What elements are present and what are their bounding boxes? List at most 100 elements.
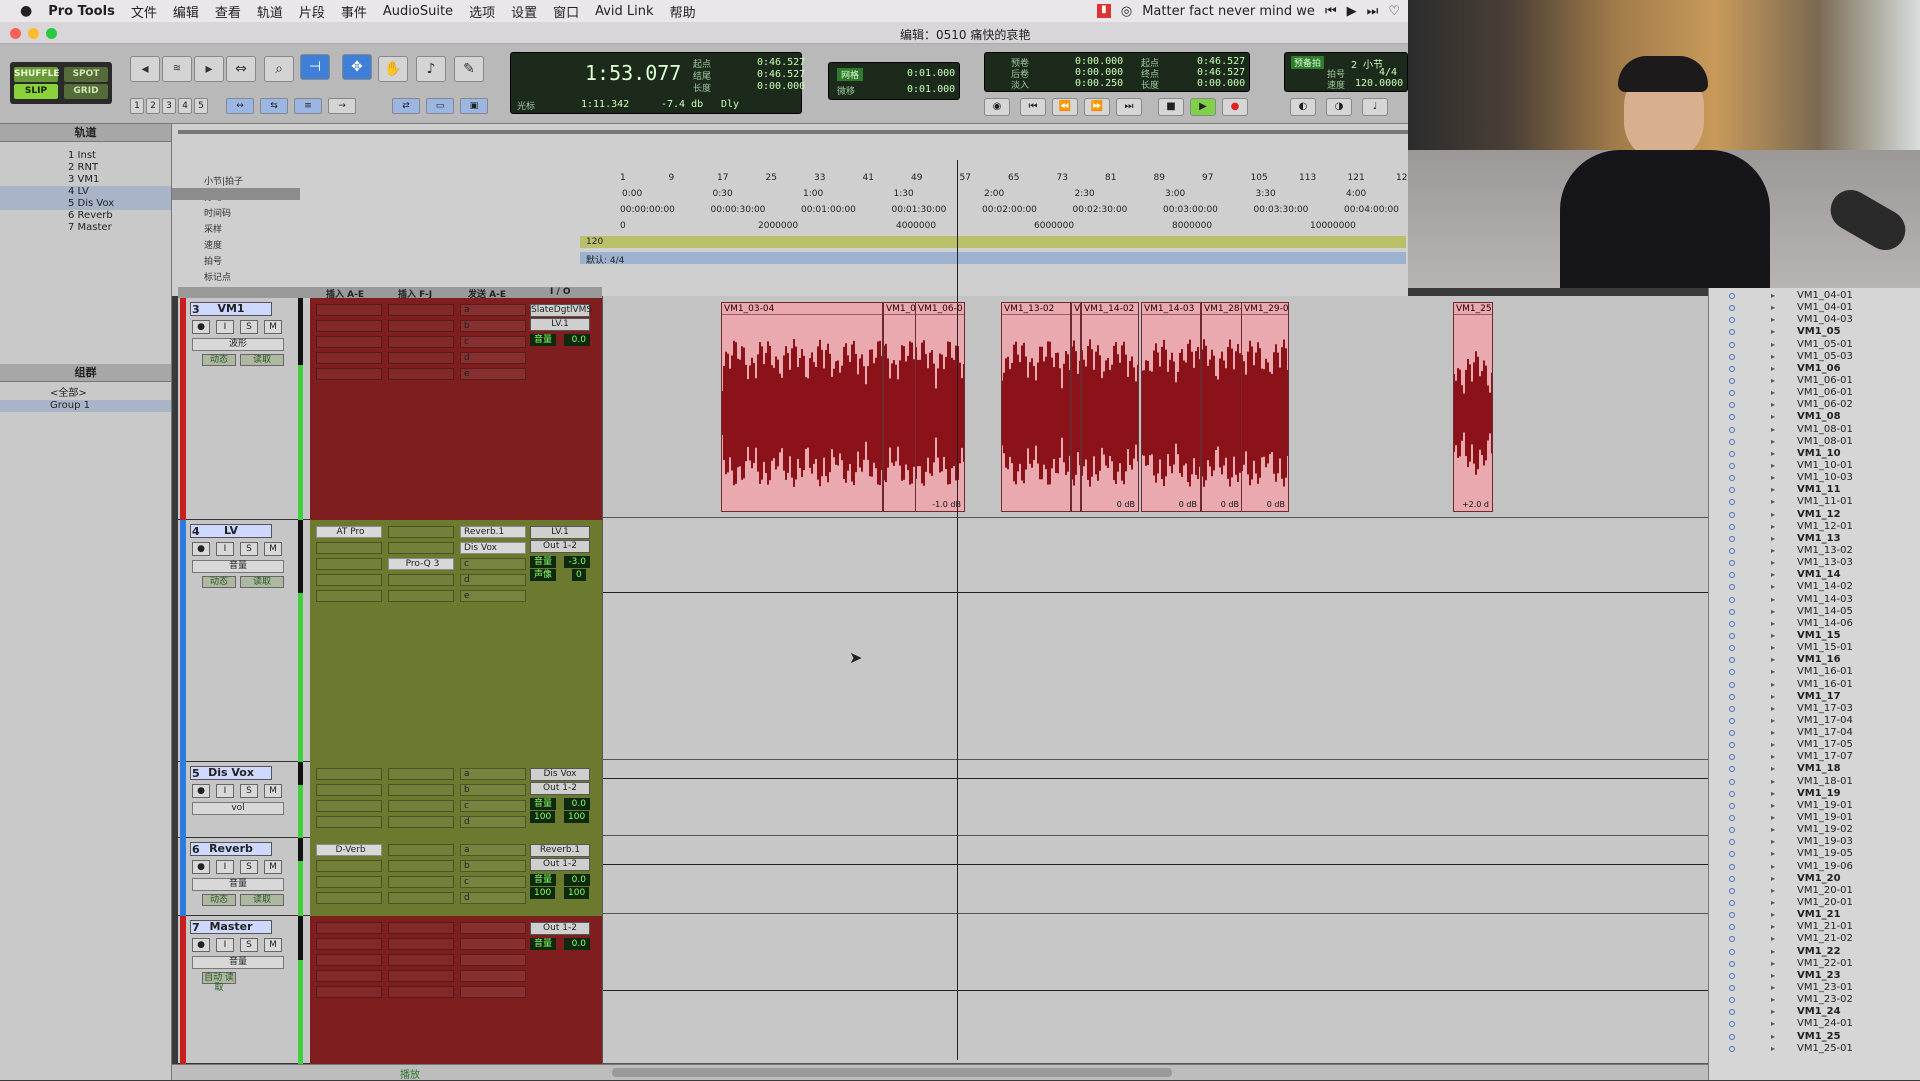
insert-slot[interactable] [316,970,382,982]
clip-list-item[interactable]: ▸ VM1_23 [1709,970,1920,982]
insert-plugin-slot[interactable]: AT Pro [316,526,382,538]
wait-for-note-button[interactable]: ◑ [1326,98,1352,116]
track-list-item-reverb[interactable]: 6 Reverb [0,210,171,222]
clip-list-item[interactable]: ▸ VM1_06 [1709,363,1920,375]
clip-list-item[interactable]: ▸ VM1_11 [1709,484,1920,496]
volume-value[interactable]: 0.0 [564,334,590,346]
clip-list-item[interactable]: ▸ VM1_19-02 [1709,824,1920,836]
audio-clip[interactable]: VM1_14-03 0 dB [1141,302,1201,512]
expand-triangle-icon[interactable]: ▸ [1771,751,1775,763]
track-strip-vm1[interactable]: VM1 3 ● I S M 波形 动态 读取 a b c d e SlateDgtlVMS LV.1 音量 0.0 [178,298,602,520]
clip-list-item[interactable]: ▸ VM1_04-01 [1709,302,1920,314]
expand-triangle-icon[interactable]: ▸ [1771,739,1775,751]
track-strip-master[interactable]: Master 7 ● I S M 音量 自动 读取 Out 1-2 音量 0.0 [178,916,602,1064]
insert-slot[interactable] [460,922,526,934]
rec-button[interactable]: ● [192,784,210,798]
expand-triangle-icon[interactable]: ▸ [1771,897,1775,909]
track-name[interactable]: Master [190,920,272,934]
menu-avid-link[interactable]: Avid Link [587,4,661,19]
group-1[interactable]: Group 1 [0,400,171,412]
clip-list-item[interactable]: ▸ VM1_08 [1709,411,1920,423]
input-button[interactable]: I [216,320,234,334]
expand-triangle-icon[interactable]: ▸ [1771,326,1775,338]
expand-triangle-icon[interactable]: ▸ [1771,496,1775,508]
insert-slot[interactable] [316,860,382,872]
horizontal-scrollbar[interactable] [612,1068,1172,1077]
solo-button[interactable]: S [240,542,258,556]
zoom-preset-5[interactable]: 5 [194,98,208,114]
clip-list-item[interactable]: ▸ VM1_17-03 [1709,703,1920,715]
insert-slot[interactable] [316,922,382,934]
group-all[interactable]: <全部> [0,388,171,400]
clip-gain-value[interactable]: 0 dB [1179,500,1197,509]
insert-slot[interactable] [388,574,454,586]
clip-list-item[interactable]: ▸ VM1_15 [1709,630,1920,642]
insert-slot[interactable] [460,938,526,950]
expand-triangle-icon[interactable]: ▸ [1771,1018,1775,1030]
airplay-icon[interactable]: ◎ [1121,4,1132,19]
insert-slot[interactable] [316,352,382,364]
grabber-hand-icon[interactable]: ✋ [378,56,408,82]
groups-panel-header[interactable]: 组群 [0,364,171,382]
clip-list-item[interactable]: ▸ VM1_05-01 [1709,339,1920,351]
clip-list-item[interactable]: ▸ VM1_23-01 [1709,982,1920,994]
sub-length-value[interactable]: 0:00.000 [1197,78,1245,89]
clip-list-item[interactable]: ▸ VM1_19-03 [1709,836,1920,848]
expand-triangle-icon[interactable]: ▸ [1771,946,1775,958]
insert-slot[interactable] [388,590,454,602]
insert-slot[interactable] [316,542,382,554]
input-selector[interactable]: Dis Vox [530,768,590,781]
zoom-out-button[interactable]: ◂ [130,56,160,82]
sub-start-value[interactable]: 0:46.527 [1197,56,1245,67]
clip-list-item[interactable]: ▸ VM1_17 [1709,691,1920,703]
clip-list-item[interactable]: ▸ VM1_10 [1709,448,1920,460]
clip-list-item[interactable]: ▸ VM1_20-01 [1709,897,1920,909]
fast-forward-button[interactable]: ⏩ [1084,98,1110,116]
insert-slot[interactable] [388,368,454,380]
expand-triangle-icon[interactable]: ▸ [1771,776,1775,788]
stop-button[interactable]: ■ [1158,98,1184,116]
rec-button[interactable]: ● [192,320,210,334]
send-slot[interactable]: c [460,336,526,348]
clip-list-item[interactable]: ▸ VM1_10-01 [1709,460,1920,472]
clip-list-item[interactable]: ▸ VM1_11-01 [1709,496,1920,508]
mute-button[interactable]: M [264,542,282,556]
insert-slot[interactable] [316,336,382,348]
expand-triangle-icon[interactable]: ▸ [1771,545,1775,557]
clip-list-item[interactable]: ▸ VM1_06-01 [1709,387,1920,399]
zoom-preset-3[interactable]: 3 [162,98,176,114]
clip-list-item[interactable]: ▸ VM1_25 [1709,1031,1920,1043]
menu-view[interactable]: 查看 [207,2,249,21]
expand-triangle-icon[interactable]: ▸ [1771,703,1775,715]
zoom-tool-icon[interactable]: ⌕ [264,56,294,82]
clip-list-item[interactable]: ▸ VM1_08-01 [1709,436,1920,448]
input-button[interactable]: I [216,784,234,798]
clip-list-item[interactable]: ▸ VM1_21-02 [1709,933,1920,945]
nudge-value[interactable]: 0:01.000 [907,84,955,95]
expand-triangle-icon[interactable]: ▸ [1771,982,1775,994]
tempo-value[interactable]: 120.0000 [1355,78,1403,89]
input-button[interactable]: I [216,542,234,556]
clip-list-item[interactable]: ▸ VM1_16-01 [1709,666,1920,678]
expand-triangle-icon[interactable]: ▸ [1771,933,1775,945]
output-selector[interactable]: Out 1-2 [530,858,590,871]
solo-button[interactable]: S [240,860,258,874]
expand-triangle-icon[interactable]: ▸ [1771,606,1775,618]
insert-slot[interactable] [388,860,454,872]
expand-triangle-icon[interactable]: ▸ [1771,958,1775,970]
lane-master[interactable] [603,914,1709,1064]
send-slot[interactable]: b [460,860,526,872]
tempo-ruler-track[interactable] [580,236,1406,248]
insert-slot[interactable] [388,800,454,812]
count-in-label[interactable]: 预备拍 [1291,56,1325,69]
automation-mode-selector[interactable]: 动态 [202,894,236,906]
tempo-ruler-value[interactable]: 120 [586,237,603,247]
expand-triangle-icon[interactable]: ▸ [1771,375,1775,387]
length-value[interactable]: 0:00.000 [757,81,805,92]
send-slot[interactable]: a [460,844,526,856]
automation-mode-selector[interactable]: 动态 [202,576,236,588]
heart-icon[interactable]: ♡ [1388,4,1400,19]
mute-button[interactable]: M [264,938,282,952]
expand-triangle-icon[interactable]: ▸ [1771,848,1775,860]
delay-compensation[interactable]: Dly [721,99,739,110]
